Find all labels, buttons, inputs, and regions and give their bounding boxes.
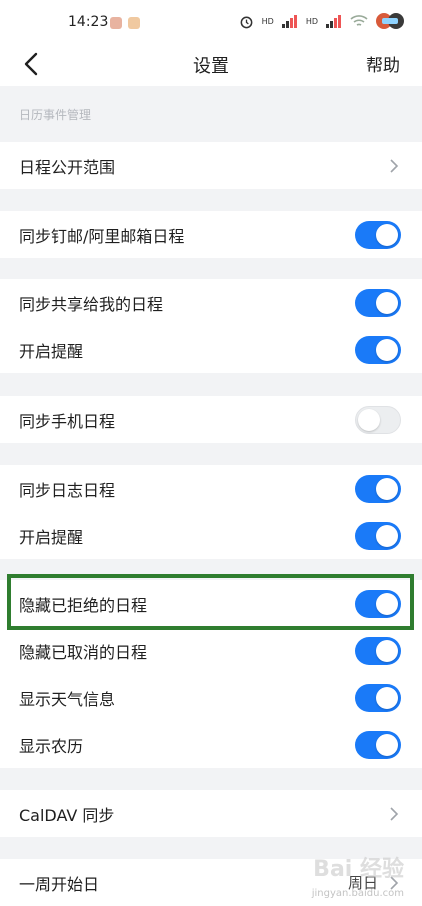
section-label: 日历事件管理 xyxy=(19,108,92,122)
sync-log-row: 同步日志日程 xyxy=(0,465,422,512)
shared-reminder-toggle[interactable] xyxy=(355,336,401,364)
watermark: Bai 经验 xyxy=(313,857,404,882)
settings-group-shared: 同步共享给我的日程 开启提醒 xyxy=(0,279,422,373)
caldav-sync-row[interactable]: CalDAV 同步 xyxy=(0,790,422,837)
hide-cancelled-toggle[interactable] xyxy=(355,637,401,665)
status-bar: 14:23 HD HD xyxy=(0,0,422,44)
toggle-knob xyxy=(376,525,398,547)
nav-bar: 设置 帮助 xyxy=(0,44,422,86)
show-lunar-row: 显示农历 xyxy=(0,721,422,768)
show-weather-toggle[interactable] xyxy=(355,684,401,712)
toggle-knob xyxy=(376,593,398,615)
hide-cancelled-row: 隐藏已取消的日程 xyxy=(0,627,422,674)
hide-declined-row: 隐藏已拒绝的日程 xyxy=(0,580,422,627)
toggle-knob xyxy=(376,224,398,246)
schedule-visibility-row[interactable]: 日程公开范围 xyxy=(0,142,422,189)
settings-group-mail: 同步钉邮/阿里邮箱日程 xyxy=(0,211,422,258)
back-icon[interactable] xyxy=(16,46,52,82)
log-reminder-row: 开启提醒 xyxy=(0,512,422,559)
page-title: 设置 xyxy=(193,56,229,77)
show-weather-row: 显示天气信息 xyxy=(0,674,422,721)
hide-declined-toggle[interactable] xyxy=(355,590,401,618)
show-lunar-toggle[interactable] xyxy=(355,731,401,759)
row-label: CalDAV 同步 xyxy=(19,805,115,825)
toggle-knob xyxy=(376,687,398,709)
hd-label: HD xyxy=(261,16,274,26)
signal-icon xyxy=(281,14,298,28)
chevron-right-icon xyxy=(390,807,399,821)
wifi-icon xyxy=(350,15,368,26)
toggle-knob xyxy=(376,478,398,500)
alarm-icon xyxy=(240,16,253,28)
watermark-url: jingyan.baidu.com xyxy=(311,888,404,899)
battery-icon xyxy=(376,13,404,29)
log-reminder-toggle[interactable] xyxy=(355,522,401,550)
toggle-knob xyxy=(376,734,398,756)
settings-group-phone: 同步手机日程 xyxy=(0,396,422,443)
settings-group-caldav: CalDAV 同步 xyxy=(0,790,422,837)
help-button[interactable]: 帮助 xyxy=(366,51,400,76)
sync-phone-row: 同步手机日程 xyxy=(0,396,422,443)
sync-dingmail-toggle[interactable] xyxy=(355,221,401,249)
status-icons: HD HD xyxy=(239,12,404,30)
notification-icon xyxy=(110,17,122,29)
settings-group-visibility: 日程公开范围 xyxy=(0,142,422,189)
sync-log-toggle[interactable] xyxy=(355,475,401,503)
toggle-knob xyxy=(376,640,398,662)
toggle-knob xyxy=(376,292,398,314)
toggle-knob xyxy=(376,339,398,361)
settings-group-log: 同步日志日程 开启提醒 xyxy=(0,465,422,559)
settings-group-display: 隐藏已拒绝的日程 隐藏已取消的日程 显示天气信息 显示农历 xyxy=(0,580,422,768)
sync-dingmail-row: 同步钉邮/阿里邮箱日程 xyxy=(0,211,422,258)
sync-shared-toggle[interactable] xyxy=(355,289,401,317)
notification-icon xyxy=(128,17,140,29)
sync-shared-row: 同步共享给我的日程 xyxy=(0,279,422,326)
sync-phone-toggle[interactable] xyxy=(355,406,401,434)
hd-label: HD xyxy=(305,16,318,26)
signal-icon xyxy=(326,14,342,28)
toggle-knob xyxy=(358,409,380,431)
row-label: 日程公开范围 xyxy=(19,157,116,177)
status-time: 14:23 xyxy=(68,14,109,30)
shared-reminder-row: 开启提醒 xyxy=(0,326,422,373)
chevron-right-icon xyxy=(390,159,399,173)
